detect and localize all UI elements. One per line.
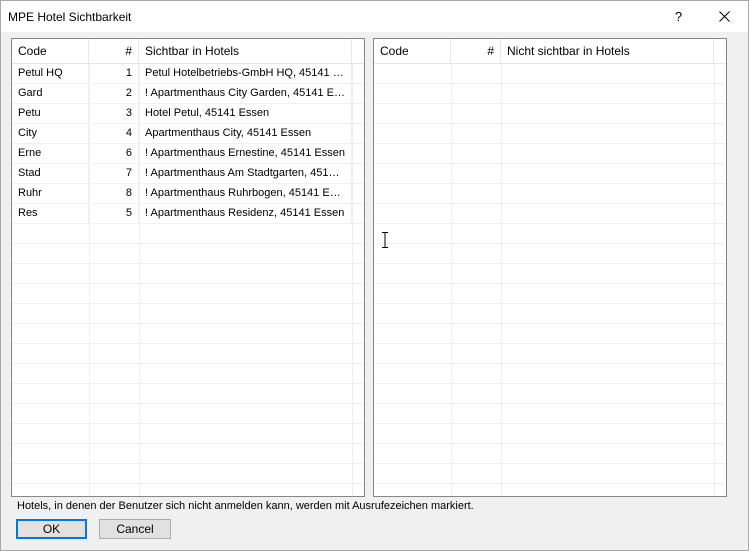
row-number: 1 [89, 64, 139, 83]
empty-row [12, 384, 364, 404]
hidden-list-rows [374, 64, 726, 496]
row-code: Erne [12, 144, 89, 163]
row-code: Stad [12, 164, 89, 183]
row-number: 5 [89, 204, 139, 223]
empty-row [374, 204, 726, 224]
empty-row [374, 264, 726, 284]
title-bar: MPE Hotel Sichtbarkeit ? [1, 1, 748, 32]
row-number: 4 [89, 124, 139, 143]
column-header-hidden-hotels[interactable]: Nicht sichtbar in Hotels [501, 39, 714, 63]
visible-list-header: Code # Sichtbar in Hotels [12, 39, 364, 64]
row-code: Res [12, 204, 89, 223]
row-hotel-name: ! Apartmenthaus Am Stadtgarten, 45141... [139, 164, 352, 183]
row-hotel-name: ! Apartmenthaus Residenz, 45141 Essen [139, 204, 352, 223]
empty-row [374, 184, 726, 204]
row-number: 3 [89, 104, 139, 123]
empty-row [12, 404, 364, 424]
empty-row [12, 304, 364, 324]
empty-row [374, 104, 726, 124]
empty-row [12, 364, 364, 384]
column-header-number[interactable]: # [89, 39, 139, 63]
row-hotel-name: Apartmenthaus City, 45141 Essen [139, 124, 352, 143]
empty-row [374, 244, 726, 264]
empty-row [374, 144, 726, 164]
table-row[interactable]: City 4 Apartmenthaus City, 45141 Essen [12, 124, 364, 144]
empty-row [374, 444, 726, 464]
empty-row [374, 484, 726, 496]
empty-row [12, 444, 364, 464]
column-header-number[interactable]: # [451, 39, 501, 63]
row-number: 7 [89, 164, 139, 183]
empty-row [374, 364, 726, 384]
row-number: 8 [89, 184, 139, 203]
dialog-window: MPE Hotel Sichtbarkeit ? Code # Sichtbar… [0, 0, 749, 551]
hidden-list-header: Code # Nicht sichtbar in Hotels [374, 39, 726, 64]
table-row[interactable]: Petul HQ 1 Petul Hotelbetriebs-GmbH HQ, 45… [12, 64, 364, 84]
empty-row [374, 344, 726, 364]
empty-row [374, 384, 726, 404]
row-code: Gard [12, 84, 89, 103]
empty-row [12, 264, 364, 284]
visible-list-rows: Petul HQ 1 Petul Hotelbetriebs-GmbH HQ, 45… [12, 64, 364, 496]
column-header-code[interactable]: Code [12, 39, 89, 63]
table-row[interactable]: Ruhr 8! Apartmenthaus Ruhrbogen, 45141 Es… [12, 184, 364, 204]
table-row[interactable]: Res 5! Apartmenthaus Residenz, 45141 Esse… [12, 204, 364, 224]
empty-row [12, 224, 364, 244]
visible-hotels-list[interactable]: Code # Sichtbar in Hotels Petul HQ 1 Petul… [11, 38, 365, 497]
row-number: 2 [89, 84, 139, 103]
empty-row [12, 464, 364, 484]
window-title: MPE Hotel Sichtbarkeit [8, 10, 132, 24]
exclamation-note: Hotels, in denen der Benutzer sich nicht… [17, 500, 474, 512]
row-code: Petul HQ [12, 64, 89, 83]
row-hotel-name: ! Apartmenthaus City Garden, 45141 Es... [139, 84, 352, 103]
empty-row [12, 344, 364, 364]
empty-row [374, 64, 726, 84]
empty-row [12, 244, 364, 264]
empty-row [374, 304, 726, 324]
row-hotel-name: Petul Hotelbetriebs-GmbH HQ, 45141 E... [139, 64, 352, 83]
text-cursor-icon [382, 232, 388, 248]
table-row[interactable]: Gard 2! Apartmenthaus City Garden, 45141 … [12, 84, 364, 104]
empty-row [374, 464, 726, 484]
row-hotel-name: ! Apartmenthaus Ernestine, 45141 Essen [139, 144, 352, 163]
table-row[interactable]: Erne 6! Apartmenthaus Ernestine, 45141 Es… [12, 144, 364, 164]
column-header-visible-hotels[interactable]: Sichtbar in Hotels [139, 39, 352, 63]
hidden-hotels-list[interactable]: Code # Nicht sichtbar in Hotels [373, 38, 727, 497]
ok-button[interactable]: OK [16, 519, 87, 539]
row-code: Ruhr [12, 184, 89, 203]
row-number: 6 [89, 144, 139, 163]
close-button[interactable] [701, 1, 747, 32]
empty-row [374, 324, 726, 344]
row-code: City [12, 124, 89, 143]
empty-row [374, 224, 726, 244]
empty-row [374, 404, 726, 424]
empty-row [374, 124, 726, 144]
empty-row [374, 164, 726, 184]
empty-row [12, 324, 364, 344]
row-hotel-name: Hotel Petul, 45141 Essen [139, 104, 352, 123]
cancel-button[interactable]: Cancel [99, 519, 171, 539]
table-row[interactable]: Petu 3 Hotel Petul, 45141 Essen [12, 104, 364, 124]
empty-row [12, 484, 364, 496]
empty-row [374, 84, 726, 104]
empty-row [374, 424, 726, 444]
empty-row [12, 284, 364, 304]
row-hotel-name: ! Apartmenthaus Ruhrbogen, 45141 Essen [139, 184, 352, 203]
empty-row [12, 424, 364, 444]
table-row[interactable]: Stad 7! Apartmenthaus Am Stadtgarten, 451… [12, 164, 364, 184]
empty-row [374, 284, 726, 304]
column-header-code[interactable]: Code [374, 39, 451, 63]
row-code: Petu [12, 104, 89, 123]
help-button[interactable]: ? [656, 1, 701, 32]
close-icon [718, 11, 730, 22]
